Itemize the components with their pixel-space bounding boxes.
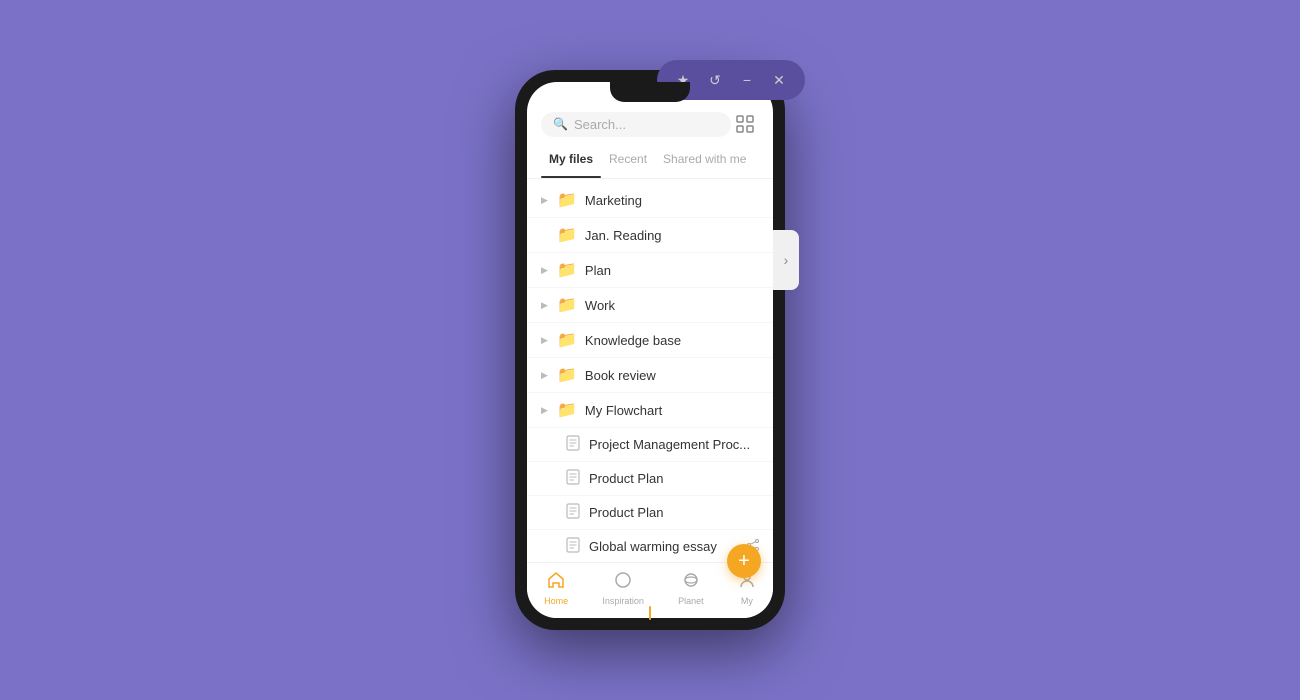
file-list: ▶ 📁 Marketing ▶ 📁 Jan. Reading ▶ 📁 xyxy=(527,179,773,562)
minimize-button[interactable]: − xyxy=(733,66,761,94)
folder-icon: 📁 xyxy=(557,190,577,210)
file-name: Project Management Proc... xyxy=(589,437,759,452)
folder-icon: 📁 xyxy=(557,225,577,245)
document-icon xyxy=(565,503,581,522)
reset-button[interactable]: ↺ xyxy=(701,66,729,94)
phone-frame: › 🔍 Search... xyxy=(515,70,785,630)
folder-icon: 📁 xyxy=(557,330,577,350)
document-icon xyxy=(565,469,581,488)
list-item[interactable]: ▶ 📁 Jan. Reading xyxy=(527,218,773,253)
tab-recent[interactable]: Recent xyxy=(601,148,655,170)
chevron-right-icon: ▶ xyxy=(541,265,549,276)
document-icon xyxy=(565,435,581,454)
chevron-right-icon: ▶ xyxy=(541,335,549,346)
app-content: 🔍 Search... My fi xyxy=(527,82,773,618)
list-item[interactable]: ▶ 📁 Book review xyxy=(527,358,773,393)
tab-my-files[interactable]: My files xyxy=(541,148,601,170)
file-name: Knowledge base xyxy=(585,333,759,348)
file-name: Product Plan xyxy=(589,471,759,486)
file-name: Product Plan xyxy=(589,505,759,520)
document-icon xyxy=(565,537,581,556)
list-item[interactable]: ▶ 📁 Work xyxy=(527,288,773,323)
search-placeholder: Search... xyxy=(574,117,626,132)
nav-label-home: Home xyxy=(544,596,568,606)
chevron-right-icon: ▶ xyxy=(541,370,549,381)
nav-item-planet[interactable]: Planet xyxy=(670,567,712,610)
file-name: Book review xyxy=(585,368,759,383)
phone-screen: 🔍 Search... My fi xyxy=(527,82,773,618)
folder-icon: 📁 xyxy=(557,400,577,420)
nav-label-inspiration: Inspiration xyxy=(602,596,644,606)
list-item[interactable]: ▶ 📁 Plan xyxy=(527,253,773,288)
nav-item-inspiration[interactable]: Inspiration xyxy=(594,567,652,610)
close-button[interactable]: ✕ xyxy=(765,66,793,94)
file-name: Plan xyxy=(585,263,759,278)
side-button[interactable]: › xyxy=(773,230,799,290)
file-name: Jan. Reading xyxy=(585,228,759,243)
chevron-right-icon: ▶ xyxy=(541,405,549,416)
tab-bar: My files Recent Shared with me xyxy=(527,144,773,179)
list-item[interactable]: ▶ 📁 Marketing xyxy=(527,183,773,218)
cursor-indicator xyxy=(649,606,651,620)
grid-view-icon[interactable] xyxy=(731,110,759,138)
nav-item-home[interactable]: Home xyxy=(536,567,576,610)
nav-label-my: My xyxy=(741,596,753,606)
list-item[interactable]: ▶ 📁 My Flowchart xyxy=(527,393,773,428)
list-item[interactable]: Product Plan xyxy=(527,462,773,496)
chevron-right-icon: ▶ xyxy=(541,195,549,206)
home-icon xyxy=(547,571,565,594)
folder-icon: 📁 xyxy=(557,260,577,280)
file-name: Work xyxy=(585,298,759,313)
list-item[interactable]: Project Management Proc... xyxy=(527,428,773,462)
search-icon: 🔍 xyxy=(553,117,568,131)
list-item[interactable]: ▶ 📁 Knowledge base xyxy=(527,323,773,358)
file-name: My Flowchart xyxy=(585,403,759,418)
nav-label-planet: Planet xyxy=(678,596,704,606)
file-name: Global warming essay xyxy=(589,539,735,554)
folder-icon: 📁 xyxy=(557,295,577,315)
add-button[interactable]: + xyxy=(727,544,761,578)
list-item[interactable]: Product Plan xyxy=(527,496,773,530)
folder-icon: 📁 xyxy=(557,365,577,385)
inspiration-icon xyxy=(614,571,632,594)
chevron-right-icon: ▶ xyxy=(541,300,549,311)
search-input-wrapper[interactable]: 🔍 Search... xyxy=(541,112,731,137)
search-bar: 🔍 Search... xyxy=(527,102,773,144)
tab-shared-with-me[interactable]: Shared with me xyxy=(655,148,754,170)
planet-icon xyxy=(682,571,700,594)
phone-notch xyxy=(610,82,690,102)
file-name: Marketing xyxy=(585,193,759,208)
